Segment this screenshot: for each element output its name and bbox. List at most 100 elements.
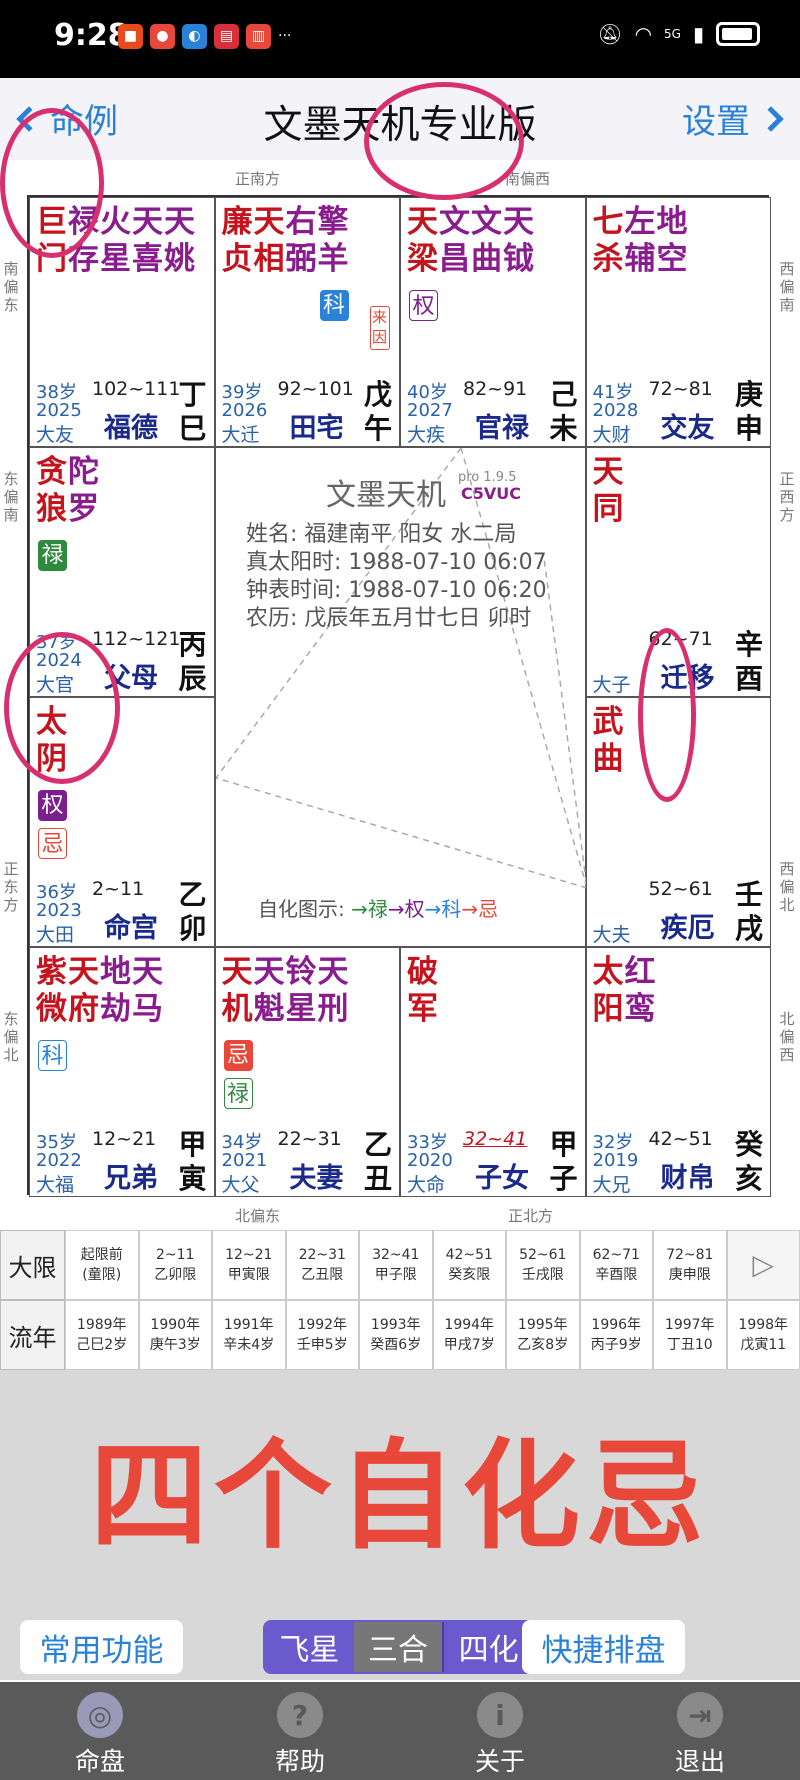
- direction-right-1: 西偏南: [779, 260, 795, 314]
- star-char: 微: [36, 991, 67, 1027]
- palace-ganzhi: 甲子: [549, 1128, 579, 1196]
- daxian_row-cell[interactable]: 62~71 辛酉限: [579, 1230, 653, 1300]
- liunian_row-cell[interactable]: 1992年 壬申5岁: [285, 1300, 359, 1370]
- daxian_row-cell[interactable]: 2~11 乙卯限: [138, 1230, 212, 1300]
- cell-text: 壬戌限: [521, 1267, 564, 1283]
- star-list: 贪狼陀罗: [36, 454, 99, 528]
- liunian_row-cell[interactable]: 1995年 乙亥8岁: [506, 1300, 580, 1370]
- sihua-badge: 忌: [223, 1040, 253, 1071]
- star-char: 天: [221, 954, 253, 990]
- star-char: 天: [592, 454, 624, 490]
- star-char: 文: [439, 204, 470, 240]
- liunian_row-cell[interactable]: 1989年 己巳2岁: [65, 1300, 139, 1370]
- cell-text: 42~51: [445, 1247, 493, 1263]
- chevron-right-icon: [758, 105, 784, 132]
- palace-name: 夫妻: [289, 1163, 344, 1194]
- tab-exit[interactable]: ⇥ 退出: [600, 1682, 800, 1780]
- main-star: 天同: [592, 454, 624, 528]
- daxian-label: 大限: [0, 1230, 65, 1300]
- next-period-button[interactable]: ▷: [726, 1230, 800, 1300]
- star-char: 魁: [253, 991, 285, 1027]
- minor-star: 文曲: [471, 204, 502, 278]
- palace-daxian: 大夫: [592, 924, 631, 946]
- daxian_row-cell[interactable]: 32~41 甲子限: [359, 1230, 433, 1300]
- segment-sihua[interactable]: 四化: [442, 1622, 533, 1672]
- liunian_row-cell[interactable]: 1996年 丙子9岁: [579, 1300, 653, 1370]
- palace-hai[interactable]: 太阳红鸾 32岁 2019 大兄 42~51 财帛癸亥: [585, 947, 771, 1197]
- tab-chart[interactable]: ◎ 命盘: [0, 1682, 200, 1780]
- cell-text: 72~81: [666, 1247, 714, 1263]
- ganzhi-char: 辛: [734, 628, 763, 661]
- palace-daxian: 大子: [592, 674, 631, 696]
- palace-year: 2019: [592, 1150, 639, 1171]
- annotation-ellipse-title: [364, 82, 524, 200]
- segment-feixing[interactable]: 飞星: [265, 1622, 354, 1672]
- direction-left-4: 东偏北: [3, 1010, 19, 1064]
- ganzhi-char: 午: [363, 412, 392, 445]
- sihua-badge: 权: [409, 290, 438, 321]
- chart-center-info: 文墨天机 pro 1.9.5 C5VUC 姓名: 福建南平 阳女 水二局 真太阳…: [215, 447, 587, 947]
- palace-ganzhi: 乙卯: [178, 878, 208, 946]
- palace-range: 92~101: [277, 378, 354, 400]
- daxian_row-cell[interactable]: 72~81 庚申限: [653, 1230, 727, 1300]
- star-char: 相: [253, 241, 285, 277]
- cell-text: 丙子9岁: [590, 1337, 642, 1353]
- cell-text: 1991年: [223, 1317, 274, 1333]
- tab-info[interactable]: i 关于: [400, 1682, 600, 1780]
- center-version: pro 1.9.5: [458, 470, 517, 485]
- minor-star: 天魁: [253, 954, 285, 1028]
- status-right: 🔕︎ ◠ 5G ▮: [597, 22, 760, 46]
- palace-daxian: 大父: [221, 1174, 260, 1196]
- liunian_row-cell[interactable]: 1998年 戊寅11: [726, 1300, 800, 1370]
- palace-ganzhi: 丁巳: [178, 378, 208, 446]
- ganzhi-char: 戊: [363, 378, 392, 411]
- minor-star: 擎羊: [318, 204, 349, 278]
- palace-zi[interactable]: 破军 33岁 2020 大命 32~41 子女甲子: [400, 947, 586, 1197]
- main-star: 破军: [407, 954, 438, 1028]
- liunian_row-cell[interactable]: 1994年 甲戌7岁: [432, 1300, 506, 1370]
- star-char: 狼: [36, 491, 67, 527]
- legend-quan: →权: [387, 897, 425, 921]
- sanfang-dashed-line: [460, 448, 587, 889]
- daxian_row-cell[interactable]: 42~51 癸亥限: [432, 1230, 506, 1300]
- settings-label: 设置: [682, 102, 750, 142]
- liunian_row-cell[interactable]: 1990年 庚午3岁: [138, 1300, 212, 1370]
- palace-year: 2028: [592, 400, 639, 421]
- palace-ganzhi: 戊午: [363, 378, 393, 446]
- palace-ganzhi: 庚申: [734, 378, 764, 446]
- liunian_row-cell[interactable]: 1991年 辛未4岁: [212, 1300, 286, 1370]
- settings-button[interactable]: 设置: [682, 94, 784, 143]
- liunian_row-cell[interactable]: 1993年癸酉6岁: [359, 1300, 433, 1370]
- star-char: 机: [221, 991, 253, 1027]
- daxian_row-cell[interactable]: 起限前 (童限): [65, 1230, 139, 1300]
- common-functions-button[interactable]: 常用功能: [20, 1620, 183, 1674]
- chart-icon: ◎: [77, 1692, 123, 1738]
- cell-text: 1993年: [370, 1317, 421, 1333]
- palace-wei[interactable]: 天梁文昌文曲天钺权 40岁 2027 大疾 82~91 官禄己未: [400, 197, 586, 447]
- ganzhi-char: 丑: [363, 1162, 392, 1195]
- ganzhi-char: 乙: [178, 878, 207, 911]
- liunian_row-cell[interactable]: 1997年 丁丑10: [653, 1300, 727, 1370]
- star-char: 曲: [471, 241, 502, 277]
- palace-shen[interactable]: 七杀左辅地空 41岁 2028 大财 72~81 交友庚申: [585, 197, 771, 447]
- cell-text: 1995年: [517, 1317, 568, 1333]
- palace-wu[interactable]: 廉贞天相右弼擎羊科来因 39岁 2026 大迁 92~101 田宅戊午: [214, 197, 400, 447]
- daxian_row-cell[interactable]: 22~31 乙丑限: [285, 1230, 359, 1300]
- main-star: 紫微: [36, 954, 67, 1028]
- sihua-badge: 忌: [38, 828, 67, 859]
- cell-text: 癸酉6岁: [370, 1337, 422, 1353]
- star-char: 同: [592, 491, 624, 527]
- main-star: 武曲: [593, 704, 624, 778]
- minor-star: 火星: [100, 204, 131, 278]
- tab-help[interactable]: ? 帮助: [200, 1682, 400, 1780]
- palace-chou[interactable]: 天机天魁铃星天刑忌禄 34岁 2021 大父 22~31 夫妻乙丑: [214, 947, 400, 1197]
- palace-daxian: 大疾: [407, 424, 446, 446]
- main-star: 天机: [221, 954, 253, 1028]
- direction-left-3: 正东方: [3, 860, 19, 914]
- daxian_row-cell[interactable]: 12~21 甲寅限: [212, 1230, 286, 1300]
- sihua-legend: 自化图示: →禄→权→科→忌: [258, 893, 498, 922]
- palace-yin[interactable]: 紫微天府地劫天马科 35岁 2022 大福 12~21 兄弟甲寅: [29, 947, 215, 1197]
- quick-chart-button[interactable]: 快捷排盘: [522, 1620, 685, 1674]
- segment-sanhe[interactable]: 三合: [353, 1622, 443, 1672]
- daxian_row-cell[interactable]: 52~61 壬戌限: [506, 1230, 580, 1300]
